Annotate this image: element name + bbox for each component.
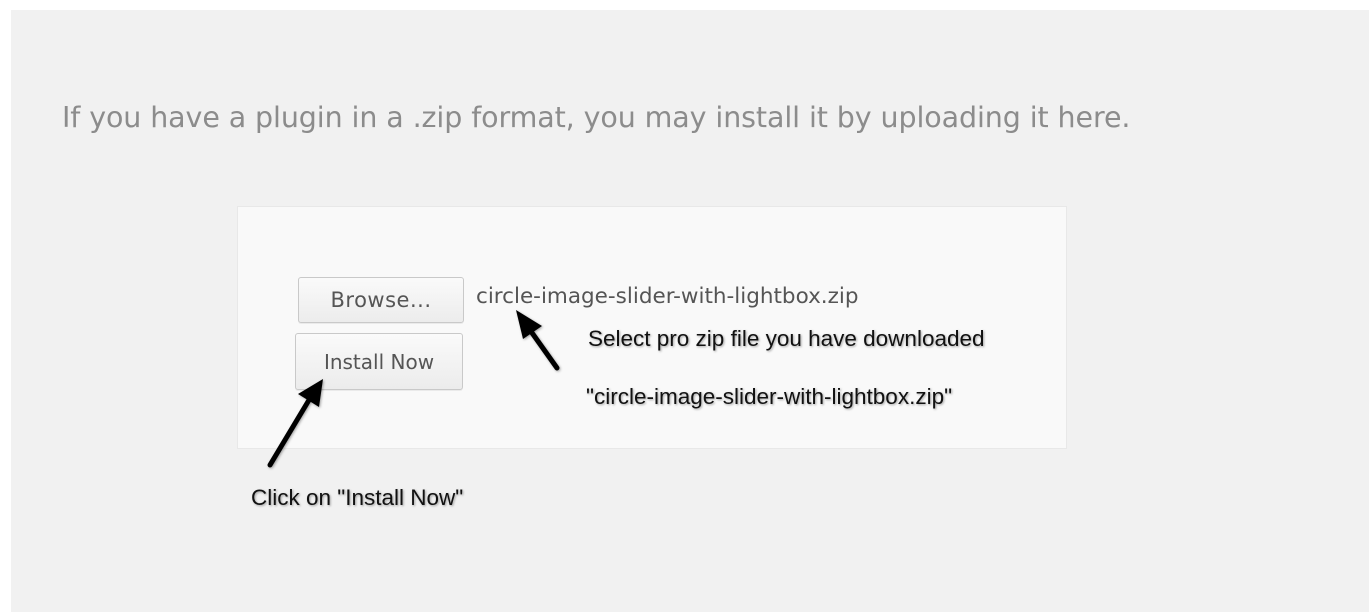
upload-instructions: If you have a plugin in a .zip format, y… [62, 101, 1131, 134]
annotation-file-name: "circle-image-slider-with-lightbox.zip" [586, 384, 953, 409]
annotation-select-file: Select pro zip file you have downloaded [588, 326, 985, 351]
selected-file-name: circle-image-slider-with-lightbox.zip [476, 284, 859, 309]
install-now-button[interactable]: Install Now [295, 333, 463, 390]
annotation-click-install: Click on "Install Now" [251, 485, 464, 510]
browse-button[interactable]: Browse... [298, 277, 464, 323]
